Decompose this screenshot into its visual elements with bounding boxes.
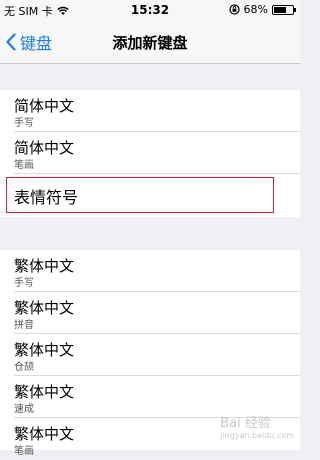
keyboard-subtitle: 速成 — [14, 404, 34, 415]
keyboard-group-simplified: 简体中文 手写 简体中文 笔画 表情符号 — [0, 90, 300, 217]
keyboard-title: 表情符号 — [14, 188, 79, 207]
keyboard-title: 简体中文 — [14, 139, 75, 157]
page-title: 添加新键盘 — [112, 34, 188, 52]
keyboard-option-simplified-stroke[interactable]: 简体中文 笔画 — [0, 132, 300, 174]
keyboard-subtitle: 拼音 — [14, 320, 34, 331]
keyboard-option-traditional-handwriting[interactable]: 繁体中文 手写 — [0, 250, 300, 292]
keyboard-title: 繁体中文 — [14, 425, 75, 443]
keyboard-subtitle: 仓颉 — [14, 362, 34, 373]
watermark-url: jingyan.baidu.com — [220, 431, 294, 440]
keyboard-subtitle: 手写 — [14, 118, 34, 129]
keyboard-option-simplified-handwriting[interactable]: 简体中文 手写 — [0, 90, 300, 132]
keyboard-title: 繁体中文 — [14, 341, 75, 359]
keyboard-option-emoji[interactable]: 表情符号 — [0, 174, 300, 216]
battery-percent: 68% — [243, 3, 268, 16]
watermark-text: Bai 经验 — [220, 416, 271, 431]
keyboard-title: 繁体中文 — [14, 299, 75, 317]
status-right: 68% — [228, 3, 296, 16]
keyboard-subtitle: 手写 — [14, 278, 34, 289]
keyboard-title: 繁体中文 — [14, 257, 75, 275]
battery-icon — [272, 4, 296, 15]
rotation-lock-icon — [228, 4, 240, 15]
keyboard-option-traditional-cangjie[interactable]: 繁体中文 仓颉 — [0, 334, 300, 376]
keyboard-subtitle: 笔画 — [14, 160, 34, 171]
watermark: Bai 经验 jingyan.baidu.com — [220, 412, 294, 440]
navigation-bar: 键盘 添加新键盘 — [0, 20, 300, 64]
status-bar: 无 SIM 卡 15:32 68% — [0, 0, 300, 20]
keyboard-title: 繁体中文 — [14, 383, 75, 401]
keyboard-option-traditional-pinyin[interactable]: 繁体中文 拼音 — [0, 292, 300, 334]
keyboard-title: 简体中文 — [14, 97, 75, 115]
